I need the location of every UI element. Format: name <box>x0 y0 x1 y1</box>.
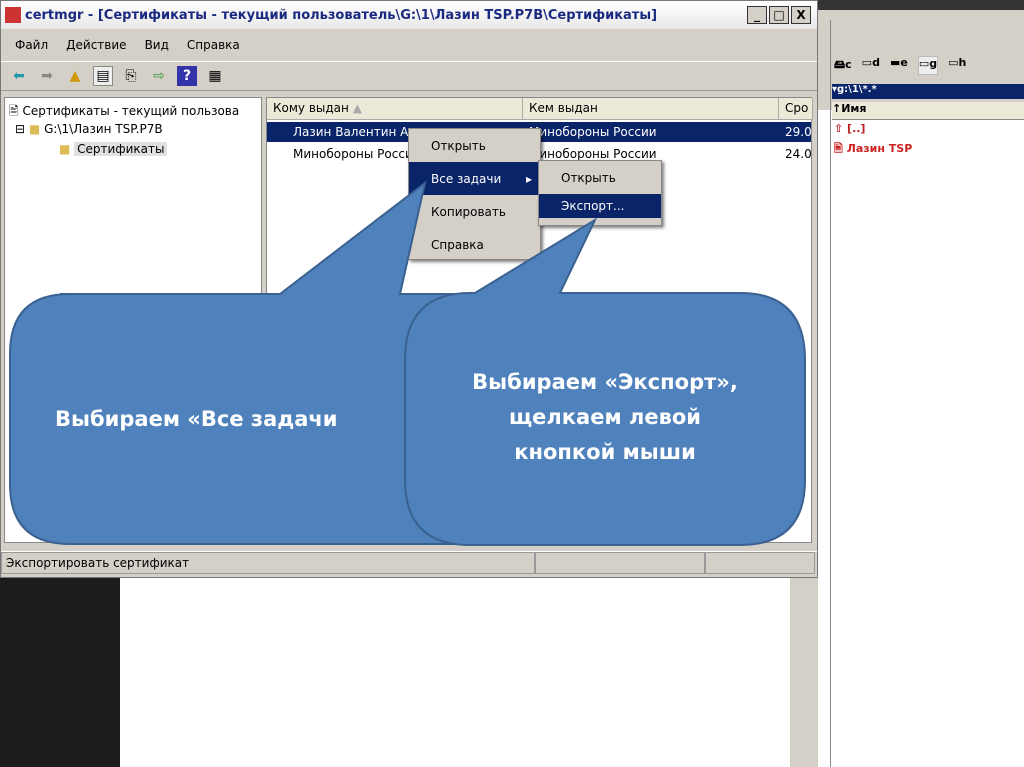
callout-line: щелкаем левой <box>508 405 702 429</box>
callout-line: Выбираем «Экспорт», <box>472 370 738 394</box>
callout-line: кнопкой мыши <box>514 440 696 464</box>
callout-right-text: Выбираем «Экспорт», щелкаем левой кнопко… <box>405 365 805 470</box>
callout-left-text: Выбираем «Все задачи <box>55 407 338 431</box>
